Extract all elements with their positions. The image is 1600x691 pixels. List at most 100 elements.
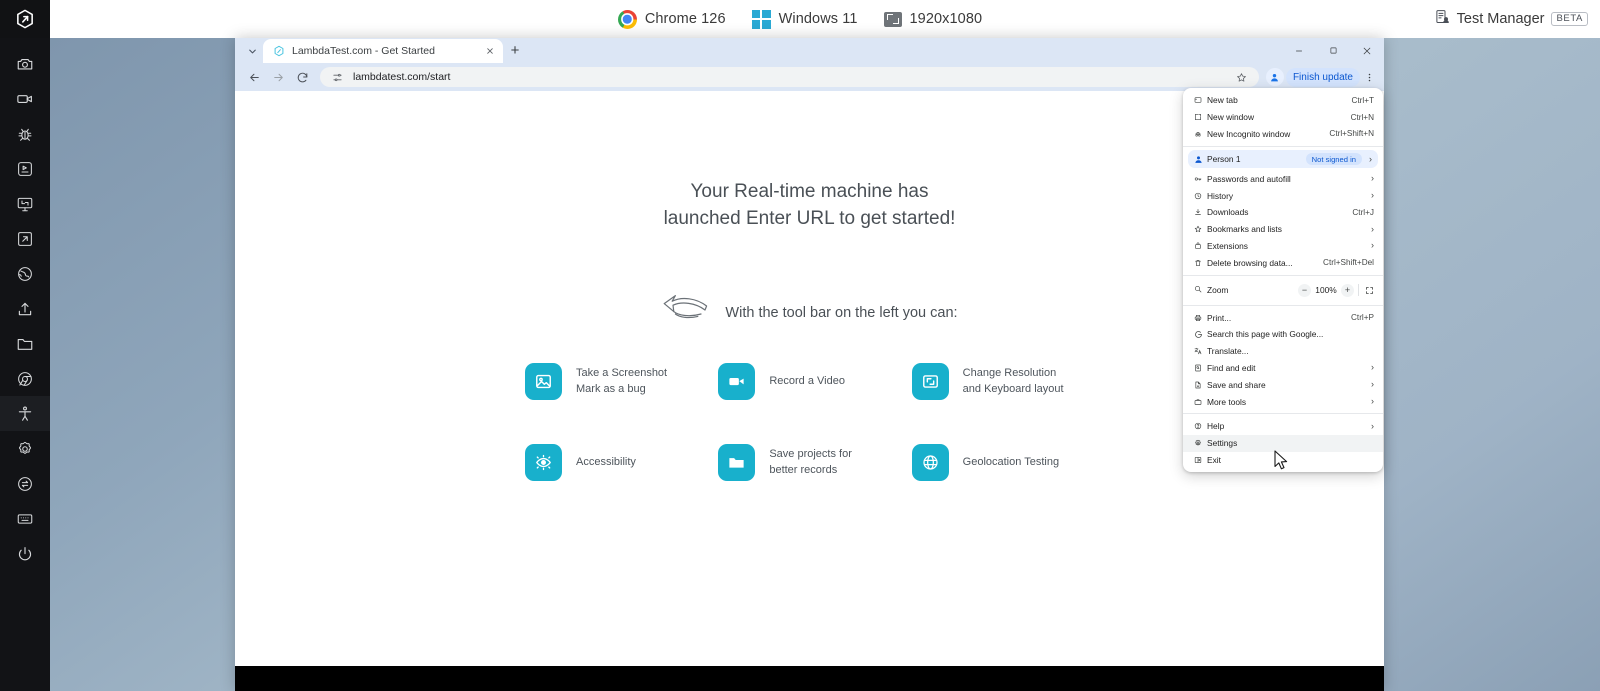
- menu-item-save-and-share[interactable]: Save and share ›: [1183, 376, 1383, 393]
- chevron-right-icon: ›: [1371, 223, 1374, 234]
- forward-arrow-icon[interactable]: [267, 66, 289, 88]
- menu-label: Passwords and autofill: [1207, 173, 1291, 184]
- menu-item-exit[interactable]: Exit: [1183, 452, 1383, 469]
- minimize-icon[interactable]: [1282, 38, 1316, 63]
- menu-item-passwords-and-autofill[interactable]: Passwords and autofill ›: [1183, 170, 1383, 187]
- menu-item-translate[interactable]: Translate...: [1183, 343, 1383, 360]
- top-status-bar: Chrome 126 Windows 11 1920x1080 Test Man…: [0, 0, 1600, 38]
- menu-item-extensions[interactable]: Extensions ›: [1183, 238, 1383, 255]
- menu-item-profile[interactable]: Person 1 Not signed in ›: [1188, 150, 1378, 169]
- monitor-resolution-icon[interactable]: [0, 186, 50, 221]
- environment-info: Chrome 126 Windows 11 1920x1080: [0, 0, 1600, 38]
- menu-zoom-row: Zoom − 100% +: [1183, 279, 1383, 301]
- menu-item-settings[interactable]: Settings: [1183, 434, 1383, 452]
- menu-item-delete-browsing-data[interactable]: Delete browsing data... Ctrl+Shift+Del: [1183, 254, 1383, 271]
- menu-item-search-this-page-with-google[interactable]: Search this page with Google...: [1183, 326, 1383, 343]
- close-icon[interactable]: [1350, 38, 1384, 63]
- menu-item-bookmarks-and-lists[interactable]: Bookmarks and lists ›: [1183, 221, 1383, 238]
- menu-item-more-tools[interactable]: More tools ›: [1183, 393, 1383, 410]
- menu-item-downloads[interactable]: Downloads Ctrl+J: [1183, 204, 1383, 221]
- chevron-right-icon: ›: [1369, 153, 1372, 164]
- menu-label: History: [1207, 190, 1234, 201]
- feature-item[interactable]: Record a Video: [718, 363, 911, 400]
- feature-item[interactable]: Accessibility: [525, 444, 718, 481]
- chevron-right-icon: ›: [1371, 362, 1374, 373]
- address-bar[interactable]: lambdatest.com/start: [320, 67, 1259, 87]
- finish-update-button[interactable]: Finish update: [1285, 67, 1360, 87]
- reload-icon[interactable]: [291, 66, 313, 88]
- zoom-divider: [1358, 284, 1359, 297]
- save-share-icon: [1194, 381, 1207, 389]
- power-icon[interactable]: [0, 536, 50, 571]
- menu-item-print[interactable]: Print... Ctrl+P: [1183, 309, 1383, 326]
- folder-icon[interactable]: [0, 326, 50, 361]
- feature-line-1: Geolocation Testing: [962, 455, 1060, 468]
- chrome-browser-icon[interactable]: [0, 361, 50, 396]
- resolution-info: 1920x1080: [883, 11, 983, 27]
- exit-icon: [1194, 456, 1207, 464]
- browser-tab[interactable]: LambdaTest.com - Get Started: [263, 39, 503, 63]
- menu-divider: [1183, 274, 1383, 276]
- fullscreen-icon[interactable]: [1363, 284, 1376, 297]
- feature-line-1: Change Resolution: [962, 366, 1057, 379]
- tab-search-chevron-down-icon[interactable]: [241, 40, 263, 62]
- menu-label: More tools: [1207, 396, 1247, 407]
- menu-item-new-tab[interactable]: New tab Ctrl+T: [1183, 92, 1383, 109]
- close-icon[interactable]: [483, 45, 496, 58]
- globe-icon[interactable]: [0, 256, 50, 291]
- history-icon: [1194, 192, 1207, 200]
- person-icon: [1194, 155, 1207, 164]
- external-link-icon[interactable]: [0, 221, 50, 256]
- screenshot-icon: [525, 363, 562, 400]
- chevron-right-icon: ›: [1371, 379, 1374, 390]
- menu-divider: [1183, 145, 1383, 147]
- camera-icon[interactable]: [0, 46, 50, 81]
- video-camera-icon[interactable]: [0, 81, 50, 116]
- globe-icon: [911, 444, 949, 481]
- test-manager-entry[interactable]: Test Manager BETA: [1435, 0, 1588, 38]
- menu-item-new-window[interactable]: New window Ctrl+N: [1183, 109, 1383, 126]
- feature-item[interactable]: Change Resolution and Keyboard layout: [911, 363, 1105, 400]
- maximize-icon[interactable]: [1316, 38, 1350, 63]
- switch-icon[interactable]: [0, 466, 50, 501]
- lambdatest-logo-icon[interactable]: [0, 0, 50, 38]
- tab-strip: LambdaTest.com - Get Started +: [235, 38, 1384, 63]
- menu-item-new-incognito-window[interactable]: New Incognito window Ctrl+Shift+N: [1183, 126, 1383, 143]
- zoom-out-button[interactable]: −: [1298, 283, 1311, 297]
- menu-label: New tab: [1207, 95, 1238, 106]
- chevron-right-icon: ›: [1371, 420, 1374, 431]
- menu-item-help[interactable]: Help ›: [1183, 418, 1383, 435]
- menu-label: Help: [1207, 421, 1225, 432]
- bug-icon[interactable]: [0, 116, 50, 151]
- feature-item[interactable]: Geolocation Testing: [911, 444, 1105, 481]
- back-arrow-icon[interactable]: [243, 66, 265, 88]
- feature-label: Accessibility: [576, 455, 636, 471]
- gear-icon[interactable]: [0, 431, 50, 466]
- magnifier-icon: [1194, 285, 1207, 295]
- keyboard-icon[interactable]: [0, 501, 50, 536]
- feature-line-1: Take a Screenshot: [576, 366, 668, 379]
- settings-gear-icon: [1194, 439, 1207, 447]
- zoom-in-button[interactable]: +: [1341, 283, 1354, 297]
- signin-status-badge: Not signed in: [1305, 153, 1362, 166]
- profile-avatar-icon[interactable]: [1265, 68, 1284, 86]
- menu-label: Extensions: [1207, 240, 1248, 251]
- resolution-label: 1920x1080: [909, 11, 983, 27]
- menu-item-history[interactable]: History ›: [1183, 187, 1383, 204]
- accessibility-icon[interactable]: [0, 396, 50, 431]
- issue-tracker-icon[interactable]: [0, 151, 50, 186]
- site-settings-icon[interactable]: [329, 69, 345, 85]
- menu-item-find-and-edit[interactable]: Find and edit ›: [1183, 360, 1383, 377]
- menu-label: Delete browsing data...: [1207, 257, 1293, 268]
- star-icon[interactable]: [1234, 69, 1250, 85]
- feature-item[interactable]: Take a Screenshot Mark as a bug: [525, 363, 718, 400]
- new-tab-button[interactable]: +: [503, 38, 527, 62]
- feature-label: Save projects for better records: [769, 447, 852, 479]
- new-window-icon: [1194, 113, 1207, 121]
- upload-icon[interactable]: [0, 291, 50, 326]
- browser-version-label: Chrome 126: [644, 11, 726, 27]
- feature-item[interactable]: Save projects for better records: [718, 444, 911, 481]
- feature-label: Change Resolution and Keyboard layout: [963, 366, 1064, 398]
- menu-label: Print...: [1207, 312, 1232, 323]
- kebab-menu-icon[interactable]: [1362, 68, 1376, 86]
